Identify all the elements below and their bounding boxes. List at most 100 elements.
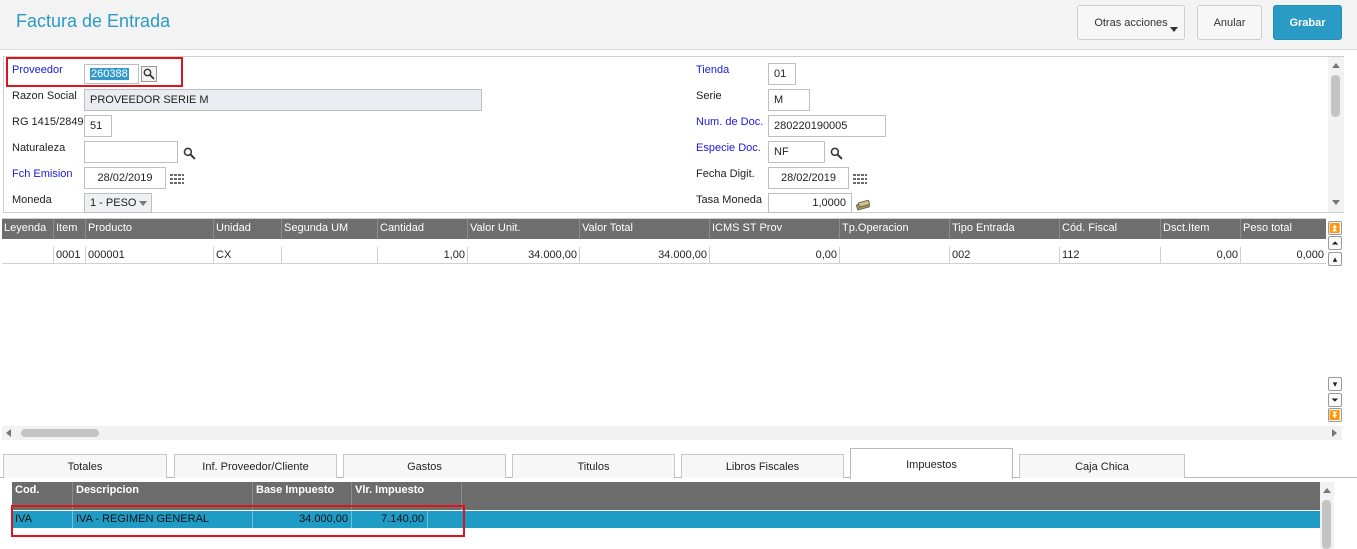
- exchange-rate-icon[interactable]: [855, 197, 871, 213]
- grid-scroll-thumb[interactable]: [21, 429, 99, 437]
- grid-col-header[interactable]: ICMS ST Prov: [710, 219, 840, 239]
- tax-cell: 34.000,00: [253, 511, 352, 528]
- proveedor-input[interactable]: 260388: [84, 64, 139, 84]
- grid-cell: 112: [1060, 247, 1161, 264]
- header-bar: Factura de Entrada Otras acciones Anular…: [0, 0, 1357, 50]
- search-icon[interactable]: [828, 145, 844, 161]
- form-scrollbar[interactable]: [1328, 57, 1344, 212]
- tax-cell: IVA - REGIMEN GENERAL: [73, 511, 253, 528]
- tax-scroll-thumb[interactable]: [1322, 500, 1331, 549]
- grid-horizontal-scrollbar[interactable]: [2, 426, 1342, 440]
- other-actions-label: Otras acciones: [1094, 16, 1168, 29]
- tab-impuestos[interactable]: Impuestos: [850, 448, 1013, 479]
- grid-col-header[interactable]: Unidad: [214, 219, 282, 239]
- calendar-icon[interactable]: [852, 171, 868, 187]
- other-actions-button[interactable]: Otras acciones: [1077, 5, 1185, 40]
- grid-cell: CX: [214, 247, 282, 264]
- tasa-moneda-input[interactable]: 1,0000: [768, 193, 852, 213]
- previous-record-icon[interactable]: ▴: [1328, 252, 1342, 266]
- dropdown-arrow-icon: [139, 201, 147, 206]
- tienda-label: Tienda: [696, 64, 730, 76]
- moneda-value: 1 - PESO: [90, 197, 137, 209]
- scroll-up-icon[interactable]: [1332, 63, 1340, 68]
- grid-cell: 0,00: [1161, 247, 1241, 264]
- grid-col-header[interactable]: Cód. Fiscal: [1060, 219, 1161, 239]
- fecha-digit-input[interactable]: 28/02/2019: [768, 167, 849, 189]
- serie-label: Serie: [696, 90, 722, 102]
- moneda-label: Moneda: [12, 194, 52, 206]
- tab-libros-fiscales[interactable]: Libros Fiscales: [681, 454, 844, 478]
- rg-label: RG 1415/2849: [12, 116, 84, 128]
- grid-col-header[interactable]: Peso total: [1241, 219, 1326, 239]
- naturaleza-input[interactable]: [84, 141, 178, 163]
- detail-tabs: Totales Inf. Proveedor/Cliente Gastos Ti…: [0, 448, 1357, 479]
- tax-table: Cod. Descripcion Base Impuesto Vlr. Impu…: [12, 482, 1320, 549]
- tax-cell: 7.140,00: [352, 511, 428, 528]
- tax-col-header[interactable]: Vlr. Impuesto: [352, 482, 462, 510]
- grid-col-header[interactable]: Cantidad: [378, 219, 468, 239]
- grid-col-header[interactable]: Tipo Entrada: [950, 219, 1060, 239]
- moneda-select[interactable]: 1 - PESO: [84, 193, 152, 213]
- tax-table-header: Cod. Descripcion Base Impuesto Vlr. Impu…: [12, 482, 1320, 510]
- grid-cell: 0,000: [1296, 249, 1324, 261]
- fch-emision-input[interactable]: 28/02/2019: [84, 167, 166, 189]
- razon-social-field: PROVEEDOR SERIE M: [84, 89, 482, 111]
- grid-col-header[interactable]: Valor Unit.: [468, 219, 580, 239]
- tax-col-header[interactable]: Descripcion: [73, 482, 253, 510]
- grid-col-header[interactable]: Valor Total: [580, 219, 710, 239]
- num-doc-input[interactable]: 280220190005: [768, 115, 886, 137]
- cancel-button[interactable]: Anular: [1197, 5, 1262, 40]
- tab-caja-chica[interactable]: Caja Chica: [1019, 454, 1185, 478]
- grid-col-header[interactable]: Item: [54, 219, 86, 239]
- grid-col-header[interactable]: Tp.Operacion: [840, 219, 950, 239]
- last-record-icon[interactable]: ⏬: [1328, 408, 1342, 422]
- grid-cell: 0,00: [710, 247, 840, 264]
- search-icon[interactable]: [141, 66, 157, 82]
- page-up-icon[interactable]: ⏶: [1328, 236, 1342, 250]
- calendar-icon[interactable]: [169, 171, 185, 187]
- invoice-window: Factura de Entrada Otras acciones Anular…: [0, 0, 1357, 549]
- save-button[interactable]: Grabar: [1273, 5, 1342, 40]
- serie-input[interactable]: M: [768, 89, 810, 111]
- items-grid: Leyenda Item Producto Unidad Segunda UM …: [2, 218, 1326, 426]
- tax-col-header[interactable]: Base Impuesto: [253, 482, 352, 510]
- grid-cell: 34.000,00: [580, 247, 710, 264]
- especie-doc-label: Especie Doc.: [696, 142, 761, 154]
- grid-header: Leyenda Item Producto Unidad Segunda UM …: [2, 219, 1326, 239]
- naturaleza-label: Naturaleza: [12, 142, 66, 154]
- especie-doc-input[interactable]: NF: [768, 141, 825, 163]
- page-title: Factura de Entrada: [16, 11, 171, 31]
- grid-cell: 0001: [54, 247, 86, 264]
- next-record-icon[interactable]: ▾: [1328, 377, 1342, 391]
- tax-col-header[interactable]: Cod.: [12, 482, 73, 510]
- tienda-input[interactable]: 01: [768, 63, 796, 85]
- page-down-icon[interactable]: ⏷: [1328, 393, 1342, 407]
- form-scroll-thumb[interactable]: [1331, 75, 1340, 117]
- scroll-left-icon[interactable]: [6, 429, 11, 437]
- tax-table-scrollbar[interactable]: [1320, 482, 1334, 549]
- scroll-up-icon[interactable]: [1323, 488, 1331, 493]
- tab-titulos[interactable]: Titulos: [512, 454, 675, 478]
- grid-cell: 002: [950, 247, 1060, 264]
- tab-gastos[interactable]: Gastos: [343, 454, 506, 478]
- scroll-down-icon[interactable]: [1332, 200, 1340, 205]
- fch-emision-label: Fch Emision: [12, 168, 73, 180]
- scroll-right-icon[interactable]: [1332, 429, 1337, 437]
- table-row[interactable]: IVA IVA - REGIMEN GENERAL 34.000,00 7.14…: [12, 511, 1320, 528]
- grid-col-header[interactable]: Producto: [86, 219, 214, 239]
- proveedor-label: Proveedor: [12, 64, 63, 76]
- table-row[interactable]: 0001 000001 CX 1,00 34.000,00 34.000,00 …: [2, 247, 1326, 264]
- grid-col-header[interactable]: Dsct.Item: [1161, 219, 1241, 239]
- tab-inf-proveedor[interactable]: Inf. Proveedor/Cliente: [174, 454, 337, 478]
- first-record-icon[interactable]: ⏫: [1328, 221, 1342, 235]
- invoice-header-form: Proveedor 260388 Razon Social PROVEEDOR …: [3, 56, 1344, 213]
- tasa-moneda-label: Tasa Moneda: [696, 194, 763, 206]
- grid-col-header[interactable]: Segunda UM: [282, 219, 378, 239]
- grid-col-header[interactable]: Leyenda: [2, 219, 54, 239]
- grid-cell: 34.000,00: [468, 247, 580, 264]
- grid-cell: [2, 247, 54, 264]
- num-doc-label: Num. de Doc.: [696, 116, 764, 128]
- search-icon[interactable]: [181, 145, 197, 161]
- rg-input[interactable]: 51: [84, 115, 112, 137]
- tab-totales[interactable]: Totales: [3, 454, 167, 478]
